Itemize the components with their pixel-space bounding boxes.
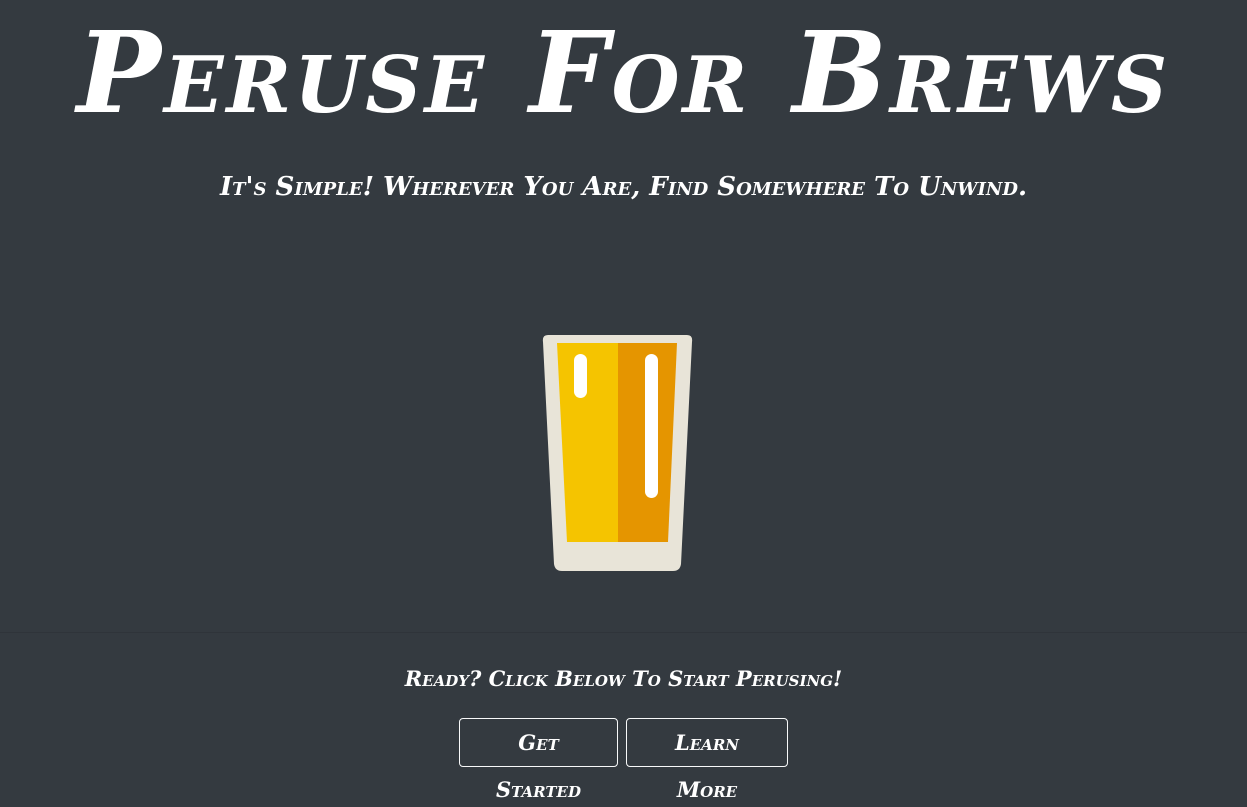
glass-highlight-short: [574, 354, 587, 398]
glass-highlight-long: [645, 354, 658, 498]
learn-more-button[interactable]: Learn More: [626, 718, 788, 802]
section-divider: [0, 632, 1247, 633]
cta-text: Ready? Click Below To Start Perusing!: [404, 666, 843, 691]
get-started-button[interactable]: Get Started: [459, 718, 618, 802]
landing-page: Peruse For Brews It's Simple! Wherever Y…: [0, 0, 1247, 807]
page-subtitle: It's Simple! Wherever You Are, Find Some…: [219, 172, 1028, 202]
beer-glass-icon: [542, 335, 693, 573]
page-title: Peruse For Brews: [76, 8, 1171, 139]
beer-light-fill: [557, 343, 618, 542]
cta-button-row: Get Started Learn More: [0, 718, 1247, 802]
beer-glass-svg: [542, 335, 693, 571]
